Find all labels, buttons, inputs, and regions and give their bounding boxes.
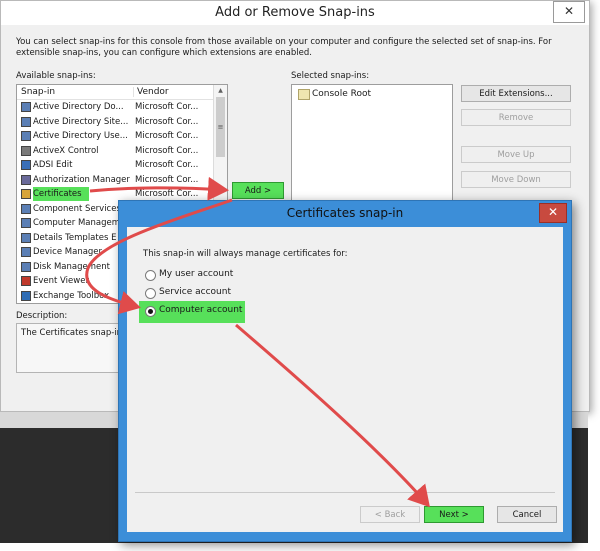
- arrow-certificates-to-add: [89, 176, 229, 201]
- arrow-add-to-computer-account: [85, 198, 233, 315]
- annotation-arrows: [85, 176, 430, 508]
- arrow-computer-account-to-next: [235, 323, 430, 508]
